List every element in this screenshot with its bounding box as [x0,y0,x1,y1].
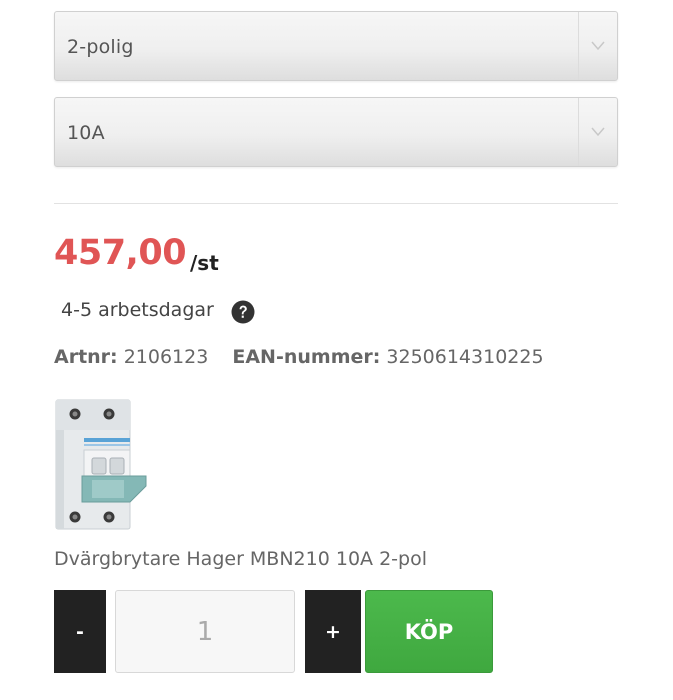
current-select-value: 10A [67,122,105,144]
poles-select-value: 2-polig [67,36,134,58]
buy-button[interactable]: KÖP [365,590,493,673]
chevron-down-icon [578,12,617,80]
divider [54,203,618,204]
quantity-increase-button[interactable]: + [305,590,361,673]
product-name[interactable]: Dvärgbrytare Hager MBN210 10A 2-pol [54,548,427,570]
ean-label: EAN-nummer: [232,346,381,368]
artnr-value: 2106123 [123,346,209,368]
product-image [55,399,147,530]
current-select[interactable]: 10A [54,97,618,167]
artnr-label: Artnr: [54,346,118,368]
ean-value: 3250614310225 [386,346,544,368]
price: 457,00 [54,233,187,273]
delivery-time: 4-5 arbetsdagar [61,299,214,321]
quantity-input[interactable] [115,590,295,673]
chevron-down-icon [578,98,617,166]
poles-select[interactable]: 2-polig [54,11,618,81]
quantity-decrease-button[interactable]: - [54,590,106,673]
price-unit: /st [190,251,219,275]
question-circle-icon[interactable] [231,300,255,324]
product-identifiers: Artnr: 2106123 EAN-nummer: 3250614310225 [54,346,544,368]
